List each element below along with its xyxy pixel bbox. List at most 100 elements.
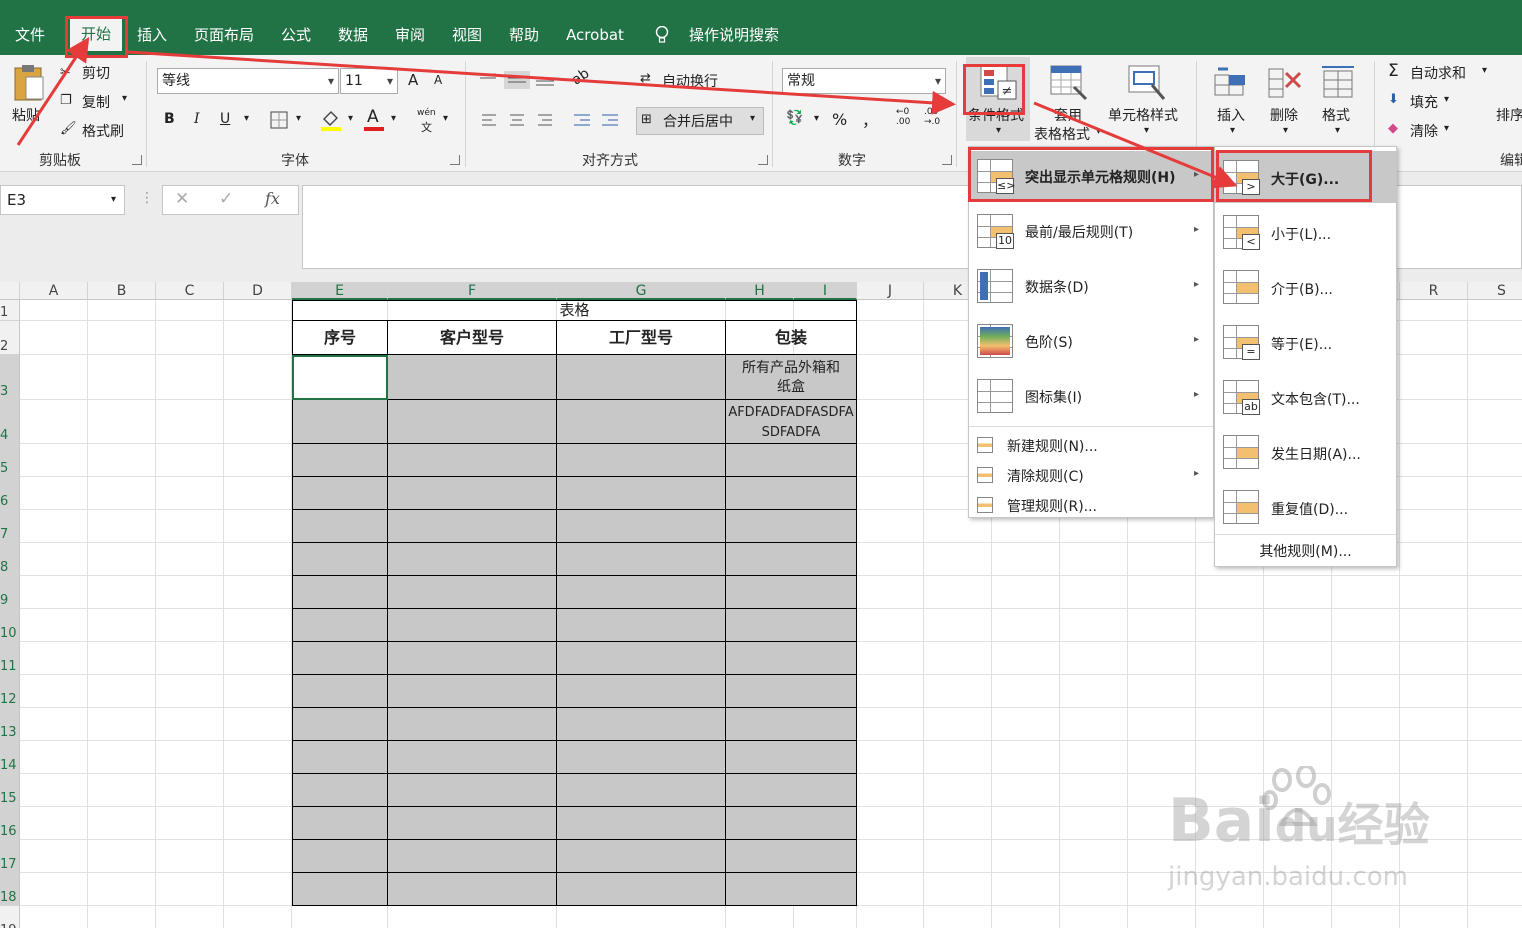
table-cell[interactable] [292,576,388,609]
table-cell[interactable] [292,675,388,708]
row-header-4[interactable]: 4 [0,400,20,444]
column-header-j[interactable]: J [857,282,924,300]
table-dropdown-icon[interactable]: ▾ [1096,126,1101,137]
borders-icon[interactable] [270,111,288,129]
clear-rules-item[interactable]: 清除规则(C) ▸ [969,460,1213,490]
row-header-7[interactable]: 7 [0,510,20,543]
table-cell[interactable] [388,355,557,400]
equal-to-item[interactable]: = 等于(E)... [1215,316,1396,368]
table-cell[interactable] [388,774,557,807]
column-header-f[interactable]: F [388,282,557,300]
copy-icon[interactable]: ❐ [60,93,72,108]
table-cell[interactable] [388,609,557,642]
table-cell[interactable] [557,355,726,400]
fill-color-dropdown-icon[interactable]: ▾ [348,113,353,124]
underline-dropdown-icon[interactable]: ▾ [244,113,249,124]
clear-dropdown-icon[interactable]: ▾ [1444,123,1449,134]
insert-cells-icon[interactable] [1214,65,1250,99]
header-cell-factory-model[interactable]: 工厂型号 [557,321,726,355]
table-cell[interactable] [292,774,388,807]
table-cell[interactable] [557,675,726,708]
underline-button[interactable]: U [220,111,230,127]
horizontal-align-icons[interactable] [480,113,558,129]
row-header-18[interactable]: 18 [0,873,20,906]
font-launcher-icon[interactable] [450,155,460,165]
column-header-i[interactable]: I [794,282,857,300]
column-header-c[interactable]: C [156,282,224,300]
packaging-cell-row3[interactable]: 所有产品外箱和纸盒 [726,355,857,400]
fill-dropdown-icon[interactable]: ▾ [1444,94,1449,105]
manage-rules-item[interactable]: 管理规则(R)... [969,490,1213,520]
phonetic-pinyin-text[interactable]: wén [417,108,436,118]
autosum-button[interactable]: 自动求和 [1410,63,1466,83]
delete-cells-icon[interactable] [1268,65,1304,99]
row-header-9[interactable]: 9 [0,576,20,609]
table-cell[interactable] [557,708,726,741]
format-painter-icon[interactable]: 🖌 [60,121,77,136]
sigma-icon[interactable]: Σ [1388,61,1399,81]
cancel-icon[interactable]: ✕ [175,189,189,209]
table-cell[interactable] [292,807,388,840]
paste-button[interactable]: 粘贴 [12,105,40,125]
column-header-h[interactable]: H [726,282,794,300]
duplicate-values-item[interactable]: 重复值(D)... [1215,481,1396,533]
row-header-19[interactable]: 19 [0,906,20,928]
column-header-r[interactable]: R [1400,282,1468,300]
table-cell[interactable] [726,543,857,576]
shrink-font-button[interactable]: A [434,73,442,87]
font-size-combo[interactable]: 11 ▾ [340,68,398,94]
table-cell[interactable] [726,840,857,873]
table-cell[interactable] [726,741,857,774]
paste-icon[interactable] [12,63,46,103]
row-header-11[interactable]: 11 [0,642,20,675]
column-header-a[interactable]: A [20,282,88,300]
tell-me-search[interactable]: 操作说明搜索 [686,18,782,52]
table-cell[interactable] [292,477,388,510]
packaging-cell-row4[interactable]: AFDFADFADFASDFASDFADFA [726,400,857,444]
cell-styles-dropdown-icon[interactable]: ▾ [1144,125,1149,136]
table-cell[interactable] [557,543,726,576]
between-item[interactable]: 介于(B)... [1215,261,1396,313]
phonetic-char-text[interactable]: 文 [421,119,432,135]
column-header-b[interactable]: B [88,282,156,300]
table-cell[interactable] [557,576,726,609]
table-cell[interactable] [292,444,388,477]
row-header-17[interactable]: 17 [0,840,20,873]
eraser-icon[interactable]: ◆ [1388,121,1398,136]
table-cell[interactable] [557,609,726,642]
comma-button[interactable]: ， [862,107,878,131]
italic-button[interactable]: I [194,111,200,127]
table-cell[interactable] [726,510,857,543]
active-cell-e3[interactable] [292,355,388,400]
number-format-combo[interactable]: 常规 ▾ [782,68,946,94]
table-cell[interactable] [557,741,726,774]
row-header-12[interactable]: 12 [0,675,20,708]
table-cell[interactable] [557,840,726,873]
insert-cells-button[interactable]: 插入 [1217,105,1245,125]
clipboard-launcher-icon[interactable] [132,155,142,165]
date-occurring-item[interactable]: 发生日期(A)... [1215,426,1396,478]
table-cell[interactable] [557,642,726,675]
color-scales-item[interactable]: 色阶(S) ▸ [969,316,1213,366]
format-cells-icon[interactable] [1320,63,1356,99]
tab-data[interactable]: 数据 [333,18,373,52]
wrap-text-button[interactable]: 自动换行 [662,71,718,91]
table-cell[interactable] [292,741,388,774]
table-cell[interactable] [557,477,726,510]
font-color-dropdown-icon[interactable]: ▾ [391,113,396,124]
cell-styles-icon[interactable] [1128,65,1166,101]
scissors-icon[interactable]: ✂ [60,65,71,80]
fill-button[interactable]: 填充 [1410,92,1438,112]
delete-dropdown-icon[interactable]: ▾ [1283,125,1288,136]
row-header-15[interactable]: 15 [0,774,20,807]
table-cell[interactable] [557,807,726,840]
tab-insert[interactable]: 插入 [130,18,174,52]
name-box[interactable]: E3 ▾ [0,185,125,215]
bold-button[interactable]: B [164,111,175,127]
table-cell[interactable] [292,708,388,741]
row-header-13[interactable]: 13 [0,708,20,741]
table-cell[interactable] [557,774,726,807]
fill-color-icon[interactable] [320,109,342,131]
cut-button[interactable]: 剪切 [82,63,110,83]
table-cell[interactable] [726,807,857,840]
